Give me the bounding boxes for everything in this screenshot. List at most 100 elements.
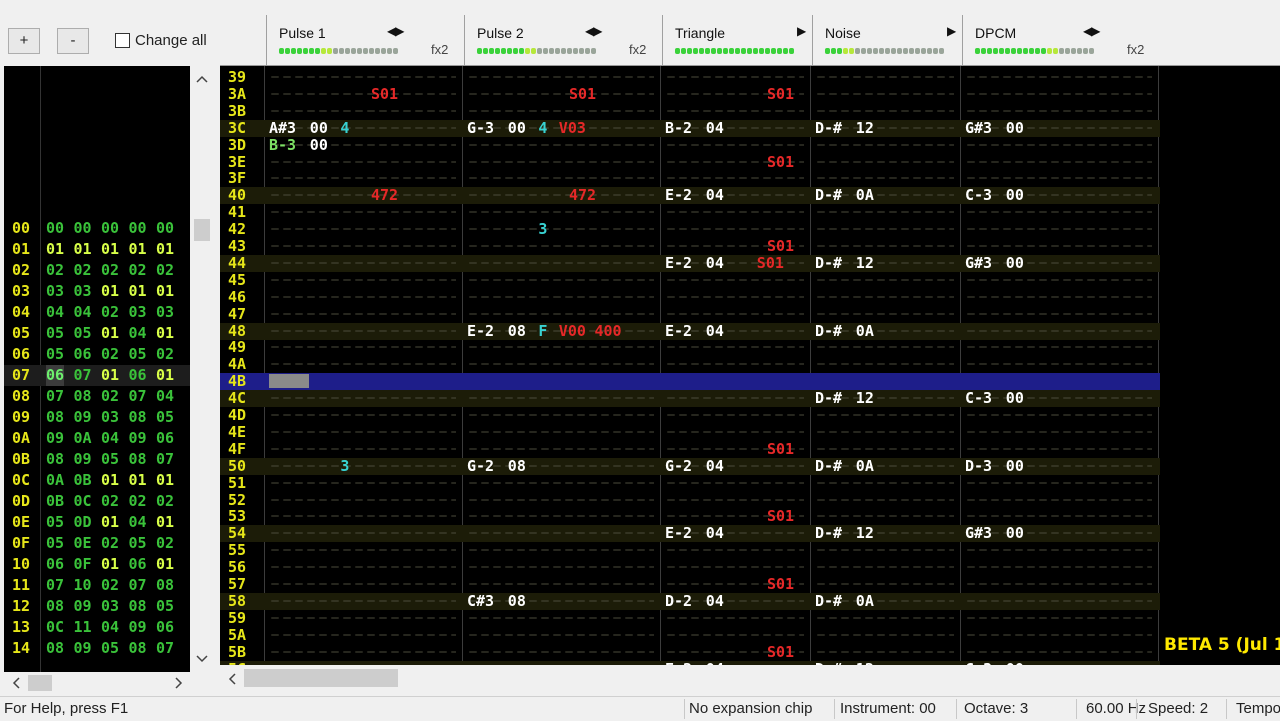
instrument-cell[interactable]: 0A <box>856 322 874 340</box>
channel-header-noise[interactable]: Noise ▶ <box>812 15 962 65</box>
note-cell[interactable]: D-# <box>815 389 842 407</box>
note-cell[interactable]: E-2 <box>665 524 692 542</box>
instrument-cell[interactable]: 08 <box>508 457 526 475</box>
pattern-row[interactable]: 48 E-2 08 F V00 400 E-2 04 D-# 0A <box>220 322 1160 340</box>
frame-row[interactable]: 02 02 02 02 02 02 <box>4 260 190 281</box>
frame-row[interactable]: 11 07 10 02 07 08 <box>4 575 190 596</box>
effect-cell[interactable]: V00 <box>559 322 586 340</box>
frame-pattern-cell[interactable]: 02 <box>74 260 92 281</box>
frame-pattern-cell[interactable]: 02 <box>101 386 119 407</box>
frame-pattern-cell[interactable]: 02 <box>101 533 119 554</box>
frame-row[interactable]: 0D 0B 0C 02 02 02 <box>4 491 190 512</box>
frame-row[interactable]: 00 00 00 00 00 00 <box>4 218 190 239</box>
frame-pattern-cell[interactable]: 0C <box>46 617 64 638</box>
instrument-cell[interactable]: 00 <box>1006 119 1024 137</box>
frame-pattern-cell[interactable]: 0A <box>74 428 92 449</box>
frame-row[interactable]: 12 08 09 03 08 05 <box>4 596 190 617</box>
instrument-cell[interactable]: 12 <box>856 524 874 542</box>
volume-cell[interactable]: 4 <box>340 119 349 137</box>
frame-pattern-cell[interactable]: 08 <box>46 596 64 617</box>
pattern-row[interactable]: 46 <box>220 288 1160 306</box>
pattern-row[interactable]: 5A <box>220 626 1160 644</box>
frame-pattern-cell[interactable]: 01 <box>156 554 174 575</box>
frame-row[interactable]: 04 04 04 02 03 03 <box>4 302 190 323</box>
volume-cell[interactable]: 3 <box>538 220 547 238</box>
pattern-row[interactable]: 4A <box>220 355 1160 373</box>
frame-pattern-cell[interactable]: 02 <box>129 260 147 281</box>
frame-pattern-cell[interactable]: 05 <box>46 533 64 554</box>
frame-list[interactable]: 00 00 00 00 00 00 01 01 01 01 01 01 02 02 02 02 02 02 03 03… <box>4 66 190 672</box>
pattern-row[interactable]: 40 472 472 E-2 04 D-# 0A C-3 00 <box>220 186 1160 205</box>
frame-pattern-cell[interactable]: 07 <box>46 386 64 407</box>
frame-pattern-cell[interactable]: 00 <box>156 218 174 239</box>
note-cell[interactable]: C-3 <box>965 186 992 204</box>
frame-pattern-cell[interactable]: 07 <box>156 638 174 659</box>
note-cell[interactable]: G#3 <box>965 524 992 542</box>
note-cell[interactable]: D-# <box>815 119 842 137</box>
pattern-row[interactable]: 3D B-3 00 <box>220 136 1160 154</box>
pattern-row[interactable]: 42 3 <box>220 220 1160 238</box>
pattern-row[interactable]: 4F S01 <box>220 440 1160 458</box>
frame-pattern-cell[interactable]: 09 <box>129 617 147 638</box>
frame-row[interactable]: 06 05 06 02 05 02 <box>4 344 190 365</box>
frame-pattern-cell[interactable]: 00 <box>46 218 64 239</box>
effect-cell[interactable]: S01 <box>767 643 794 661</box>
frame-pattern-cell[interactable]: 09 <box>129 428 147 449</box>
frame-pattern-cell[interactable]: 03 <box>74 281 92 302</box>
frame-pattern-cell[interactable]: 01 <box>101 554 119 575</box>
frame-pattern-cell[interactable]: 0F <box>74 554 92 575</box>
effect-cell[interactable]: 400 <box>595 322 622 340</box>
instrument-cell[interactable]: 08 <box>508 592 526 610</box>
effect-cell[interactable]: S01 <box>569 85 596 103</box>
frame-pattern-cell[interactable]: 02 <box>101 302 119 323</box>
pattern-horizontal-scrollbar[interactable] <box>220 665 1280 693</box>
frame-pattern-cell[interactable]: 04 <box>101 428 119 449</box>
frame-pattern-cell[interactable]: 08 <box>129 407 147 428</box>
frame-pattern-cell[interactable]: 07 <box>74 365 92 386</box>
frame-pattern-cell[interactable]: 01 <box>156 365 174 386</box>
frame-pattern-cell[interactable]: 09 <box>74 638 92 659</box>
frame-row[interactable]: 14 08 09 05 08 07 <box>4 638 190 659</box>
instrument-cell[interactable]: 00 <box>1006 457 1024 475</box>
effect-cell[interactable]: V03 <box>559 119 586 137</box>
instrument-cell[interactable]: 08 <box>508 322 526 340</box>
frame-pattern-cell[interactable]: 08 <box>129 596 147 617</box>
frame-pattern-cell[interactable]: 01 <box>74 239 92 260</box>
frame-pattern-cell[interactable]: 01 <box>156 512 174 533</box>
frame-pattern-cell[interactable]: 02 <box>156 533 174 554</box>
pattern-row[interactable]: 55 <box>220 541 1160 559</box>
note-cell[interactable]: G-2 <box>665 457 692 475</box>
note-cell[interactable]: D-# <box>815 322 842 340</box>
pattern-row[interactable]: 3E S01 <box>220 153 1160 171</box>
pattern-row[interactable]: 3B <box>220 102 1160 120</box>
frame-pattern-cell[interactable]: 01 <box>101 365 119 386</box>
frame-pattern-cell[interactable]: 11 <box>74 617 92 638</box>
instrument-cell[interactable]: 00 <box>1006 524 1024 542</box>
frame-pattern-cell[interactable]: 01 <box>101 281 119 302</box>
frame-row[interactable]: 0B 08 09 05 08 07 <box>4 449 190 470</box>
frame-pattern-cell[interactable]: 01 <box>46 239 64 260</box>
note-cell[interactable]: D-# <box>815 524 842 542</box>
frame-list-vertical-scrollbar[interactable] <box>190 66 214 672</box>
frame-pattern-cell[interactable]: 02 <box>101 260 119 281</box>
pattern-row[interactable]: 58 C#3 08 D-2 04 D-# 0A <box>220 592 1160 610</box>
frame-pattern-cell[interactable]: 02 <box>156 260 174 281</box>
pattern-row[interactable]: 52 <box>220 491 1160 509</box>
frame-pattern-cell[interactable]: 08 <box>129 449 147 470</box>
instrument-cell[interactable]: 04 <box>706 119 724 137</box>
instrument-cell[interactable]: 04 <box>706 186 724 204</box>
frame-pattern-cell[interactable]: 05 <box>129 533 147 554</box>
effect-cell[interactable]: S01 <box>767 237 794 255</box>
instrument-cell[interactable]: 00 <box>310 119 328 137</box>
note-cell[interactable]: D-# <box>815 254 842 272</box>
effect-cell[interactable]: S01 <box>767 153 794 171</box>
effect-columns-arrow-icon[interactable]: ◀▶ <box>585 24 602 38</box>
note-cell[interactable]: D-# <box>815 592 842 610</box>
frame-pattern-cell[interactable]: 06 <box>129 365 147 386</box>
frame-pattern-cell[interactable]: 07 <box>156 449 174 470</box>
pattern-row[interactable]: 43 S01 <box>220 237 1160 255</box>
frame-pattern-cell[interactable]: 08 <box>74 386 92 407</box>
frame-pattern-cell[interactable]: 0A <box>46 470 64 491</box>
effect-cell[interactable]: 472 <box>371 186 398 204</box>
note-cell[interactable]: E-2 <box>467 322 494 340</box>
